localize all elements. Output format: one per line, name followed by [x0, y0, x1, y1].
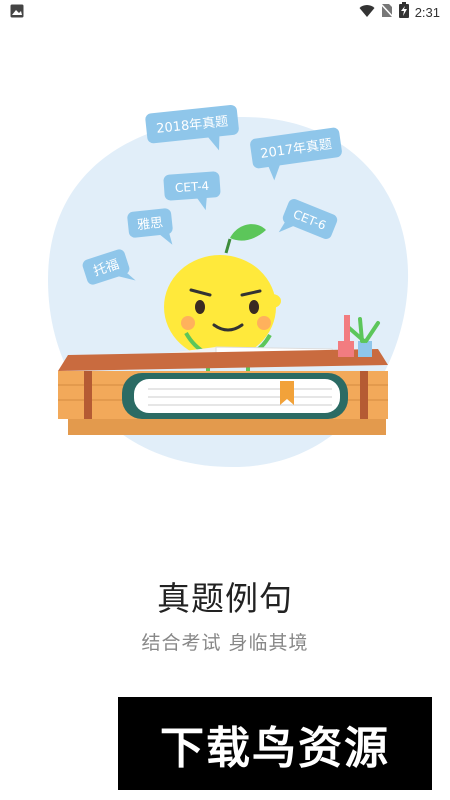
watermark-banner: 下载鸟资源 [118, 697, 432, 790]
svg-text:CET-4: CET-4 [175, 179, 210, 195]
desk-base [68, 419, 386, 435]
status-icons: 2:31 [359, 2, 440, 22]
page-subtitle: 结合考试 身临其境 [141, 632, 309, 654]
book-stack [122, 373, 348, 419]
image-icon [10, 3, 24, 22]
wifi-icon [359, 3, 375, 22]
page-title: 真题例句 [157, 579, 293, 618]
status-bar: 2:31 [0, 0, 450, 24]
status-time: 2:31 [414, 4, 440, 20]
hero-illustration: 2018年真题 2017年真题 CET-4 CET-6 雅思 托福 [48, 104, 409, 467]
no-sim-icon [380, 2, 394, 22]
battery-icon [398, 2, 409, 22]
svg-text:雅思: 雅思 [136, 216, 163, 234]
